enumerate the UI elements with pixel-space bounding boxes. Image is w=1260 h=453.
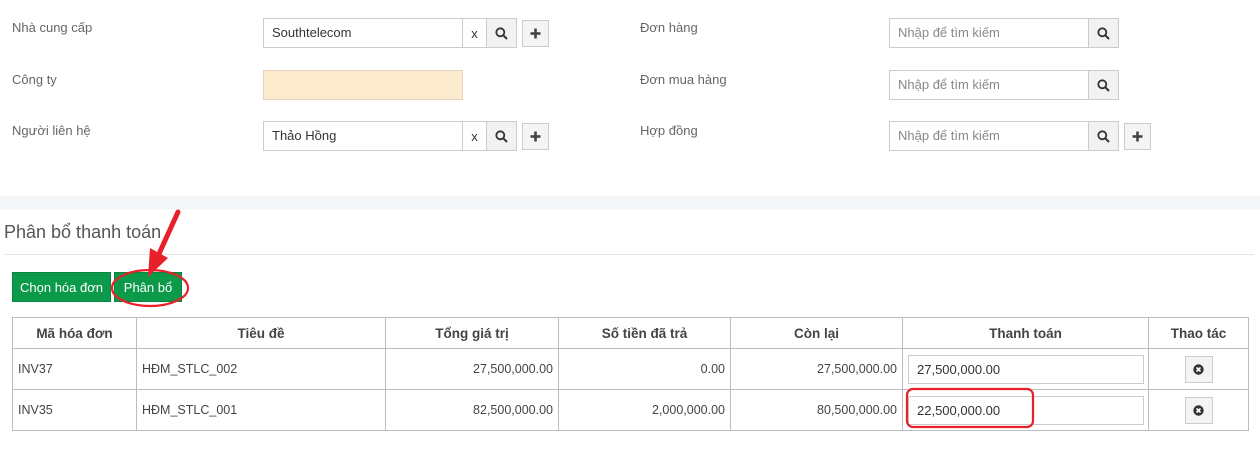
- payment-cell: 22,500,000.00: [902, 389, 1149, 431]
- supplier-search-button[interactable]: [486, 18, 517, 48]
- invoice-paid: 2,000,000.00: [558, 389, 731, 431]
- payment-input[interactable]: 27,500,000.00: [908, 354, 1144, 384]
- actions-cell: [1148, 389, 1249, 431]
- plus-icon: [1132, 131, 1143, 142]
- search-icon: [1097, 78, 1110, 92]
- contact-add-button[interactable]: [522, 123, 549, 150]
- search-icon: [495, 26, 508, 40]
- table-header-row: Mã hóa đơn Tiêu đề Tổng giá trị Số tiền …: [12, 317, 1249, 349]
- header-invoice-code: Mã hóa đơn: [12, 317, 137, 349]
- allocation-title-divider: [4, 254, 1254, 255]
- header-total: Tổng giá trị: [385, 317, 559, 349]
- invoice-remaining: 27,500,000.00: [730, 348, 903, 390]
- order-search-button[interactable]: [1088, 18, 1119, 48]
- invoice-title: HĐM_STLC_001: [136, 389, 386, 431]
- purchase-order-label: Đơn mua hàng: [640, 72, 727, 87]
- header-title: Tiêu đề: [136, 317, 386, 349]
- order-label: Đơn hàng: [640, 20, 698, 35]
- invoice-total: 82,500,000.00: [385, 389, 559, 431]
- invoice-total: 27,500,000.00: [385, 348, 559, 390]
- delete-row-button[interactable]: [1184, 396, 1213, 424]
- contact-clear-button[interactable]: x: [462, 121, 487, 151]
- invoice-paid: 0.00: [558, 348, 731, 390]
- order-input[interactable]: Nhập để tìm kiếm: [889, 18, 1089, 48]
- search-icon: [1097, 26, 1110, 40]
- contract-label: Hợp đồng: [640, 123, 698, 138]
- supplier-clear-button[interactable]: x: [462, 18, 487, 48]
- payment-cell: 27,500,000.00: [902, 348, 1149, 390]
- search-icon: [1097, 129, 1110, 143]
- search-icon: [495, 129, 508, 143]
- header-actions: Thao tác: [1148, 317, 1249, 349]
- allocation-title: Phân bổ thanh toán: [4, 222, 162, 242]
- company-input[interactable]: [263, 70, 463, 100]
- supplier-add-button[interactable]: [522, 20, 549, 47]
- contract-search-button[interactable]: [1088, 121, 1119, 151]
- times-circle-icon: [1193, 363, 1204, 375]
- actions-cell: [1148, 348, 1249, 390]
- plus-icon: [530, 28, 541, 39]
- table-row: INV35 HĐM_STLC_001 82,500,000.00 2,000,0…: [12, 389, 1249, 431]
- header-paid: Số tiền đã trả: [558, 317, 731, 349]
- payment-input[interactable]: 22,500,000.00: [908, 395, 1144, 425]
- invoice-title: HĐM_STLC_002: [136, 348, 386, 390]
- header-remaining: Còn lại: [730, 317, 903, 349]
- contact-search-button[interactable]: [486, 121, 517, 151]
- allocate-button[interactable]: Phân bổ: [114, 272, 182, 302]
- header-payment: Thanh toán: [902, 317, 1149, 349]
- supplier-label: Nhà cung cấp: [12, 20, 93, 35]
- times-circle-icon: [1193, 404, 1204, 416]
- invoice-table: Mã hóa đơn Tiêu đề Tổng giá trị Số tiền …: [12, 317, 1249, 431]
- choose-invoice-button[interactable]: Chọn hóa đơn: [12, 272, 111, 302]
- contact-label: Người liên hệ: [12, 123, 91, 138]
- invoice-code: INV37: [12, 348, 137, 390]
- invoice-code: INV35: [12, 389, 137, 431]
- contract-add-button[interactable]: [1124, 123, 1151, 150]
- filter-form: Nhà cung cấp Southtelecom x Công ty Ngườ…: [0, 0, 1260, 196]
- delete-row-button[interactable]: [1184, 355, 1213, 383]
- company-label: Công ty: [12, 72, 57, 87]
- invoice-remaining: 80,500,000.00: [730, 389, 903, 431]
- plus-icon: [530, 131, 541, 142]
- table-row: INV37 HĐM_STLC_002 27,500,000.00 0.00 27…: [12, 348, 1249, 390]
- contact-input[interactable]: Thảo Hồng: [263, 121, 463, 151]
- purchase-order-input[interactable]: Nhập để tìm kiếm: [889, 70, 1089, 100]
- purchase-order-search-button[interactable]: [1088, 70, 1119, 100]
- contract-input[interactable]: Nhập để tìm kiếm: [889, 121, 1089, 151]
- supplier-input[interactable]: Southtelecom: [263, 18, 463, 48]
- section-separator: [0, 196, 1260, 210]
